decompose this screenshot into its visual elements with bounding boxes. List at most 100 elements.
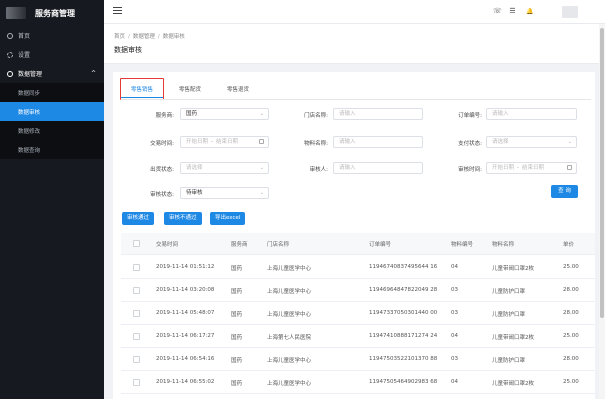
table-cell: 国药 (231, 266, 243, 272)
table-cell: 儿童防护口罩 (492, 358, 526, 364)
provider-label: 服务商: (155, 113, 174, 119)
table-row[interactable]: 2019-11-14 03:20:08 国药 上海儿童医学中心 11946964847… (121, 279, 595, 302)
table-cell: 上海儿童医学中心 (267, 358, 312, 364)
table-cell: 03 (451, 310, 458, 316)
table-row[interactable]: 2019-11-14 06:17:27 国药 上海第七人民医院 11947410888… (121, 325, 595, 348)
range-end: 结束日期 (522, 165, 545, 171)
approve-button[interactable]: 审核通过 (122, 212, 155, 225)
audit-status-value: 待审核 (186, 190, 203, 196)
table-cell: 11947505464902983 68 (369, 379, 438, 385)
row-checkbox[interactable] (133, 264, 140, 271)
column-header[interactable]: 物料名称 (492, 240, 514, 248)
pay-status-select[interactable]: 请选择 ⌄ (486, 136, 577, 148)
sidebar-item-data-audit[interactable]: 数据审核 (0, 102, 104, 121)
table-cell: 2019-11-14 03:20:08 (156, 287, 215, 293)
avatar[interactable] (562, 6, 578, 18)
trade-time-range[interactable]: 开始日期 - 结束日期 (180, 136, 269, 148)
provider-select[interactable]: 国药 ⌄ (180, 108, 269, 120)
order-no-input[interactable]: 请输入 (486, 108, 577, 120)
hamburger-icon[interactable] (113, 7, 122, 16)
bell-icon[interactable]: 🔔 (526, 8, 533, 15)
table-cell: 儿童防护口罩 (492, 312, 526, 318)
column-header[interactable]: 物料编号 (451, 240, 473, 248)
sidebar-item-home[interactable]: 首页 (0, 26, 104, 45)
out-status-select[interactable]: 请选择 ⌄ (180, 162, 269, 174)
scrollbar-thumb[interactable] (600, 28, 604, 318)
tab-highlight-box (120, 78, 164, 100)
sidebar-item-label: 首页 (18, 33, 31, 40)
table-cell: 11946740837495644 16 (369, 264, 438, 270)
calendar-icon (567, 165, 572, 170)
store-input[interactable]: 请输入 (333, 108, 423, 120)
sidebar-item-data-edit[interactable]: 数据修改 (0, 121, 104, 140)
chevron-down-icon: ⌄ (259, 111, 264, 117)
breadcrumb-item[interactable]: 数据管理 (133, 34, 155, 40)
audit-time-range[interactable]: 开始日期 - 结束日期 (486, 162, 577, 174)
column-header[interactable]: 门店名称 (267, 240, 289, 248)
sidebar-item-data-management[interactable]: 数据管理 ^ (0, 64, 104, 83)
breadcrumb-item[interactable]: 首页 (114, 34, 125, 40)
sidebar-item-data-sync[interactable]: 数据同步 (0, 83, 104, 102)
column-header[interactable]: 交易时间 (156, 240, 178, 248)
gear-icon (7, 51, 13, 58)
calendar-icon (259, 139, 264, 144)
breadcrumb-item: 数据审核 (162, 34, 185, 40)
tab-retail-distribution[interactable]: 零售配货 (169, 82, 211, 98)
audit-time-label: 审核时间: (458, 167, 482, 173)
table-cell: 上海儿童医学中心 (267, 266, 312, 272)
column-header[interactable]: 订单编号 (369, 240, 391, 248)
table-cell: 国药 (231, 289, 243, 295)
range-dash: - (517, 165, 520, 171)
table-cell: 25.00 (563, 264, 579, 270)
menu-list-icon[interactable]: ☰ (509, 8, 516, 15)
export-excel-button[interactable]: 导出excel (210, 212, 246, 225)
chevron-up-icon: ^ (90, 70, 96, 77)
column-header[interactable]: 单价 (563, 240, 574, 248)
table-row[interactable]: 2019-11-14 06:54:16 国药 上海儿童医学中心 11947503522… (121, 348, 595, 371)
logo-icon (6, 7, 26, 19)
table-cell: 11947503522101370 88 (369, 356, 438, 362)
sidebar-item-data-query[interactable]: 数据查询 (0, 140, 104, 159)
search-button[interactable]: 查 询 (551, 185, 578, 198)
item-name-input[interactable]: 请输入 (333, 136, 423, 148)
brand: 服务商管理 (0, 0, 104, 26)
range-start: 开始日期 (186, 139, 209, 145)
table-cell: 上海儿童医学中心 (267, 289, 312, 295)
table-cell: 儿童带阀口罩2枚 (492, 335, 534, 341)
table-row[interactable]: 2019-11-14 05:48:07 国药 上海儿童医学中心 11947337050… (121, 302, 595, 325)
phone-icon[interactable]: ☏ (493, 8, 502, 15)
provider-value: 国药 (186, 111, 198, 117)
table-cell: 04 (451, 264, 458, 270)
chevron-down-icon: ⌄ (567, 139, 572, 145)
table-cell: 上海第七人民医院 (267, 335, 312, 341)
auditor-input[interactable]: 请输入 (333, 162, 423, 174)
table-cell: 11947337050301440 00 (369, 310, 438, 316)
sidebar-item-settings[interactable]: 设置 (0, 45, 104, 64)
vertical-scrollbar[interactable] (599, 24, 605, 399)
pay-status-placeholder: 请选择 (492, 139, 509, 145)
row-checkbox[interactable] (133, 379, 140, 386)
table-cell: 上海儿童医学中心 (267, 312, 312, 318)
home-icon (7, 32, 13, 39)
table-row[interactable]: 2019-11-14 06:55:02 国药 上海儿童医学中心 11947505464… (121, 371, 595, 394)
reject-button[interactable]: 审核不通过 (164, 212, 202, 225)
audit-status-select[interactable]: 待审核 ⌄ (180, 187, 269, 199)
table-header: 交易时间 服务商 门店名称 订单编号 物料编号 物料名称 单价 (121, 233, 595, 255)
select-all-checkbox[interactable] (133, 240, 140, 247)
top-header: ☏ ☰ 🔔 (104, 0, 605, 24)
tab-retail-returns[interactable]: 零售退货 (217, 82, 259, 98)
sidebar-item-label: 数据管理 (18, 71, 43, 78)
tab-divider (121, 99, 591, 100)
data-icon (7, 70, 13, 77)
row-checkbox[interactable] (133, 310, 140, 317)
table-cell: 2019-11-14 06:54:16 (156, 356, 215, 362)
table-row[interactable]: 2019-11-14 01:51:12 国药 上海儿童医学中心 11946740837… (121, 256, 595, 279)
column-header[interactable]: 服务商 (231, 240, 248, 248)
row-checkbox[interactable] (133, 356, 140, 363)
row-checkbox[interactable] (133, 287, 140, 294)
main-card: 零售销售 零售配货 零售退货 服务商: 国药 ⌄ 门店名称: 请输入 订单编号: … (113, 72, 595, 399)
table-cell: 国药 (231, 358, 243, 364)
store-label: 门店名称: (304, 113, 328, 119)
out-status-label: 出货状态: (150, 167, 174, 173)
row-checkbox[interactable] (133, 333, 140, 340)
